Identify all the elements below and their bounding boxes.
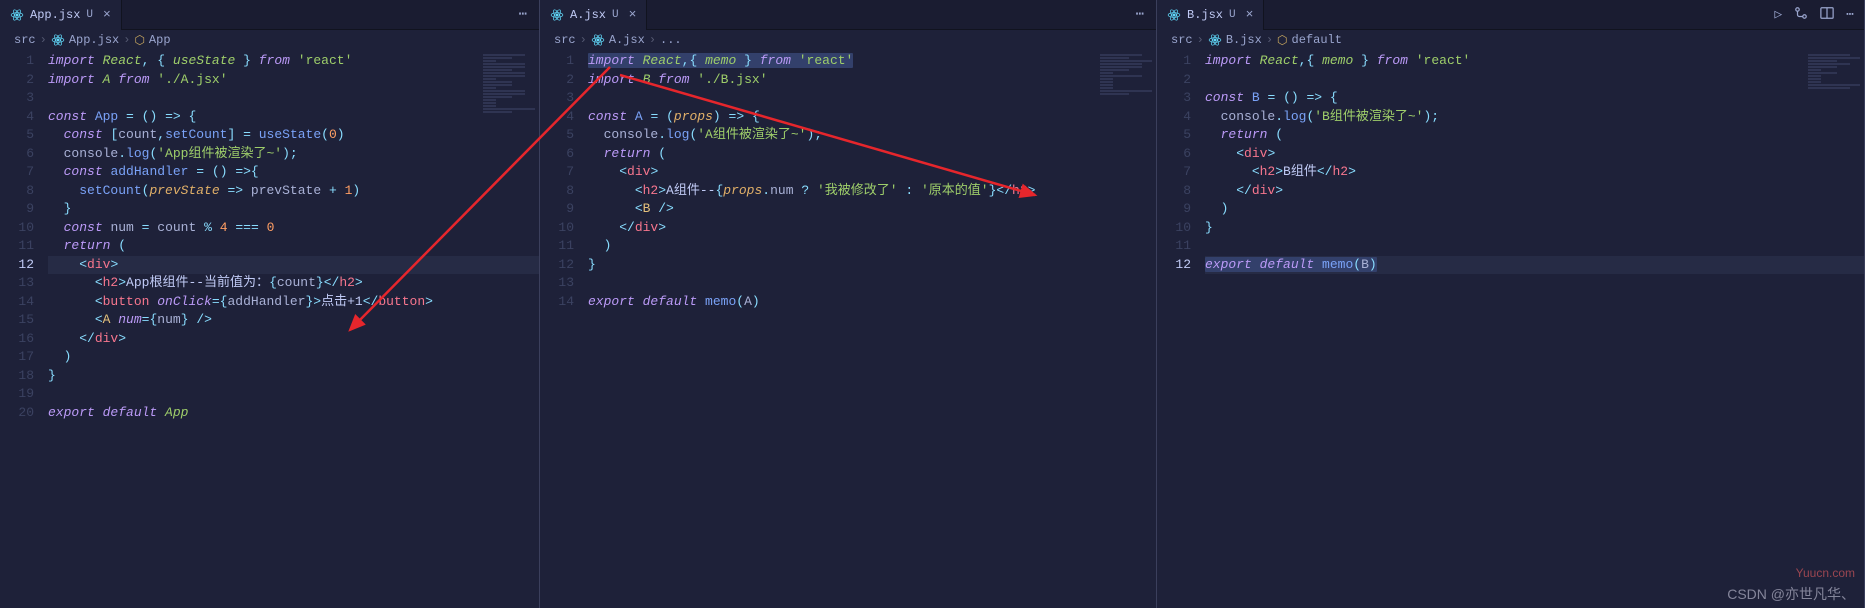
close-icon[interactable]: × — [1246, 7, 1254, 22]
breadcrumb-item[interactable]: App.jsx — [69, 33, 119, 47]
breadcrumb[interactable]: src › App.jsx › ⬡ App — [0, 30, 539, 50]
tab-filename: A.jsx — [570, 8, 606, 22]
tab-b-jsx[interactable]: B.jsx U × — [1157, 0, 1264, 30]
minimap[interactable] — [1804, 50, 1864, 170]
tab-app-jsx[interactable]: App.jsx U × — [0, 0, 122, 30]
breadcrumb-item[interactable]: src — [14, 33, 36, 47]
more-actions-icon[interactable]: ⋯ — [1846, 7, 1854, 22]
react-icon — [591, 33, 605, 47]
tab-modified-status: U — [612, 9, 619, 21]
chevron-right-icon: › — [649, 33, 656, 47]
close-icon[interactable]: × — [103, 7, 111, 22]
minimap[interactable] — [479, 50, 539, 170]
breadcrumb-item[interactable]: App — [149, 33, 171, 47]
tab-bar: A.jsx U × ⋯ — [540, 0, 1156, 30]
chevron-right-icon: › — [40, 33, 47, 47]
run-icon[interactable]: ▷ — [1774, 7, 1782, 22]
line-number-gutter: 1234567891011121314 — [540, 50, 588, 608]
breadcrumb-item[interactable]: src — [1171, 33, 1193, 47]
breadcrumb-item[interactable]: A.jsx — [609, 33, 645, 47]
chevron-right-icon: › — [1266, 33, 1273, 47]
code-content[interactable]: import React,{ memo } from 'react'const … — [1205, 50, 1864, 608]
split-editor-icon[interactable] — [1820, 6, 1834, 24]
tab-filename: B.jsx — [1187, 8, 1223, 22]
breadcrumb-item[interactable]: default — [1292, 33, 1342, 47]
tab-a-jsx[interactable]: A.jsx U × — [540, 0, 647, 30]
breadcrumb-item[interactable]: src — [554, 33, 576, 47]
watermark-yuucn: Yuucn.com — [1796, 566, 1855, 580]
react-icon — [51, 33, 65, 47]
react-icon — [1167, 8, 1181, 22]
symbol-variable-icon: ⬡ — [134, 33, 144, 48]
breadcrumb-item[interactable]: B.jsx — [1226, 33, 1262, 47]
breadcrumb-item[interactable]: ... — [660, 33, 682, 47]
breadcrumb[interactable]: src › B.jsx › ⬡ default — [1157, 30, 1864, 50]
chevron-right-icon: › — [123, 33, 130, 47]
chevron-right-icon: › — [1197, 33, 1204, 47]
react-icon — [1208, 33, 1222, 47]
code-editor[interactable]: 1234567891011121314151617181920 import R… — [0, 50, 539, 608]
code-editor[interactable]: 1234567891011121314 import React,{ memo … — [540, 50, 1156, 608]
minimap[interactable] — [1096, 50, 1156, 170]
chevron-right-icon: › — [580, 33, 587, 47]
editor-pane-3: B.jsx U × ▷ ⋯ src › B.jsx › ⬡ default 12… — [1157, 0, 1865, 608]
pane-menu-dots-icon[interactable]: ⋯ — [509, 6, 539, 23]
tab-filename: App.jsx — [30, 8, 80, 22]
code-content[interactable]: import React,{ memo } from 'react'import… — [588, 50, 1156, 608]
editor-pane-2: A.jsx U × ⋯ src › A.jsx › ... 1234567891… — [540, 0, 1157, 608]
close-icon[interactable]: × — [629, 7, 637, 22]
diff-icon[interactable] — [1794, 6, 1808, 24]
line-number-gutter: 123456789101112 — [1157, 50, 1205, 608]
pane-menu-dots-icon[interactable]: ⋯ — [1126, 6, 1156, 23]
code-content[interactable]: import React, { useState } from 'react'i… — [48, 50, 539, 608]
line-number-gutter: 1234567891011121314151617181920 — [0, 50, 48, 608]
react-icon — [10, 8, 24, 22]
breadcrumb[interactable]: src › A.jsx › ... — [540, 30, 1156, 50]
tab-modified-status: U — [86, 9, 93, 21]
react-icon — [550, 8, 564, 22]
editor-pane-1: App.jsx U × ⋯ src › App.jsx › ⬡ App 1234… — [0, 0, 540, 608]
symbol-variable-icon: ⬡ — [1277, 33, 1287, 48]
watermark-csdn: CSDN @亦世凡华、 — [1727, 584, 1855, 604]
editor-toolbar: ▷ ⋯ — [1764, 6, 1864, 24]
code-editor[interactable]: 123456789101112 import React,{ memo } fr… — [1157, 50, 1864, 608]
tab-bar: App.jsx U × ⋯ — [0, 0, 539, 30]
tab-modified-status: U — [1229, 9, 1236, 21]
tab-bar: B.jsx U × ▷ ⋯ — [1157, 0, 1864, 30]
editor-panes-container: App.jsx U × ⋯ src › App.jsx › ⬡ App 1234… — [0, 0, 1865, 608]
